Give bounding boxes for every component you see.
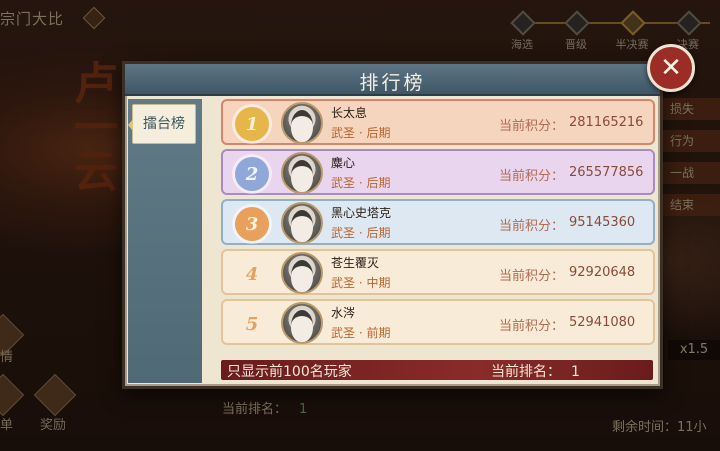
ranking-footer: 只显示前100名玩家 当前排名： 1 [221,360,653,380]
footer-rank-label: 当前排名： [491,364,561,380]
score-value: 52941080 [569,315,636,330]
modal-title: 排行榜 [359,72,426,94]
score-value: 92920648 [569,265,636,280]
score-label: 当前积分： [499,219,565,234]
score-label: 当前积分： [499,269,565,284]
player-avatar[interactable] [281,102,323,144]
player-name: 苍生覆灭 [331,256,380,270]
ranking-list[interactable]: 1 长太息 武圣 · 后期 当前积分： 281165216 2 麋心 武圣 · 后期 当前积分：… [221,99,656,357]
tab-column: 擂台榜 [128,99,202,383]
player-name: 水涔 [331,306,356,320]
ranking-row[interactable]: 3 黑心史塔克武圣 · 后期 当前积分： 95145360 [221,199,655,245]
player-realm: 武圣 · 后期 [331,126,391,140]
player-realm: 武圣 · 中期 [331,276,391,290]
rank-badge-icon: 5 [245,313,259,335]
rank-badge-icon: 3 [235,207,269,241]
modal-header: 排行榜 [125,64,660,96]
player-avatar[interactable] [281,202,323,244]
tab-arena-ranking[interactable]: 擂台榜 [128,104,196,144]
player-realm: 武圣 · 后期 [331,176,391,190]
ranking-row[interactable]: 2 麋心武圣 · 后期 当前积分： 265577856 [221,149,655,195]
player-realm: 武圣 · 前期 [331,326,391,340]
score-label: 当前积分： [499,119,565,134]
player-avatar[interactable] [281,302,323,344]
score-label: 当前积分： [499,169,565,184]
player-name: 麋心 [331,156,356,170]
footer-note: 只显示前100名玩家 [227,364,352,380]
ranking-row[interactable]: 5 水涔武圣 · 前期 当前积分： 52941080 [221,299,655,345]
close-icon[interactable]: ✕ [647,44,695,92]
footer-rank: 当前排名： 1 [491,361,580,381]
ranking-row[interactable]: 4 苍生覆灭武圣 · 中期 当前积分： 92920648 [221,249,655,295]
player-name: 黑心史塔克 [331,206,392,220]
player-avatar[interactable] [281,252,323,294]
score-value: 281165216 [569,115,644,130]
score-value: 265577856 [569,165,644,180]
score-value: 95145360 [569,215,636,230]
footer-rank-value: 1 [571,364,580,380]
score-label: 当前积分： [499,319,565,334]
rank-badge-icon: 2 [235,157,269,191]
ranking-row[interactable]: 1 长太息武圣 · 后期 当前积分： 281165216 [221,99,655,145]
rank-badge-icon: 4 [245,263,259,285]
player-realm: 武圣 · 后期 [331,226,391,240]
rank-badge-icon: 1 [235,107,269,141]
leaderboard-modal: 排行榜 擂台榜 1 长太息 武圣 · 后期 当前积分： 281165216 2 麋心 武圣 ·… [122,61,663,389]
player-avatar[interactable] [281,152,323,194]
player-name: 长太息 [331,106,368,120]
